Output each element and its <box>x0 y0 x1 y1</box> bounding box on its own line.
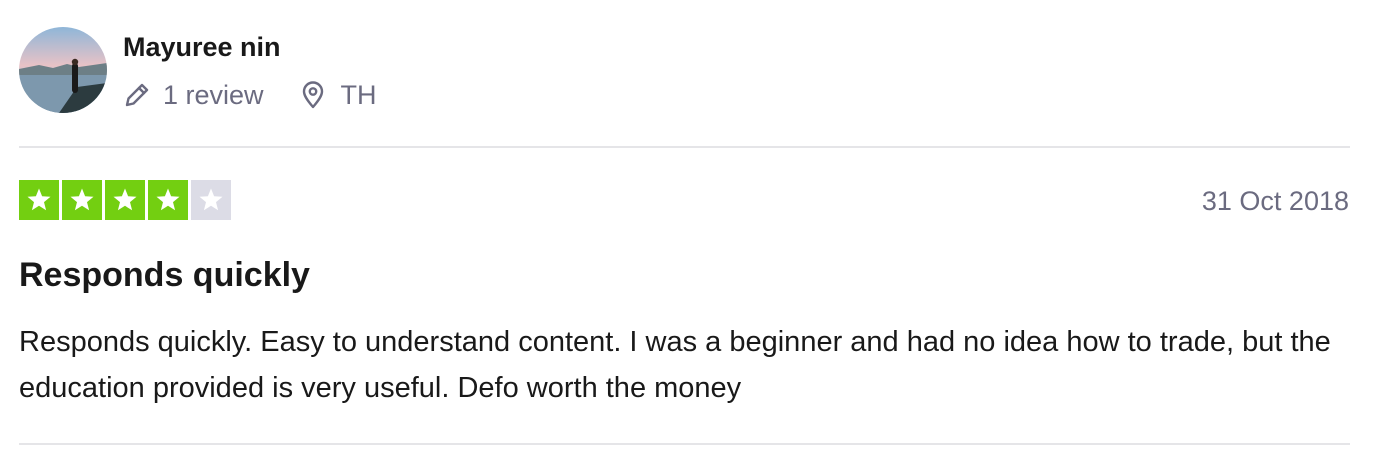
divider <box>19 146 1350 148</box>
star-filled-icon <box>148 180 188 220</box>
star-filled-icon <box>62 180 102 220</box>
star-empty-icon <box>191 180 231 220</box>
review-count: 1 review <box>163 79 264 110</box>
review-body: Responds quickly. Easy to understand con… <box>19 326 1331 404</box>
star-filled-icon <box>19 180 59 220</box>
star-filled-icon <box>105 180 145 220</box>
pencil-icon <box>121 79 153 111</box>
review-title[interactable]: Responds quickly <box>19 254 310 296</box>
review-card: Mayuree nin 1 review TH 31 Oct 2018 Resp… <box>0 0 1387 452</box>
reviewer-name[interactable]: Mayuree nin <box>123 30 281 64</box>
avatar[interactable] <box>19 27 107 113</box>
reviewer-country: TH <box>340 79 377 110</box>
review-date: 31 Oct 2018 <box>1201 186 1349 216</box>
divider <box>19 443 1350 445</box>
star-rating <box>19 180 231 220</box>
location-pin-icon <box>297 79 329 111</box>
reviewer-meta: 1 review TH <box>121 77 377 113</box>
